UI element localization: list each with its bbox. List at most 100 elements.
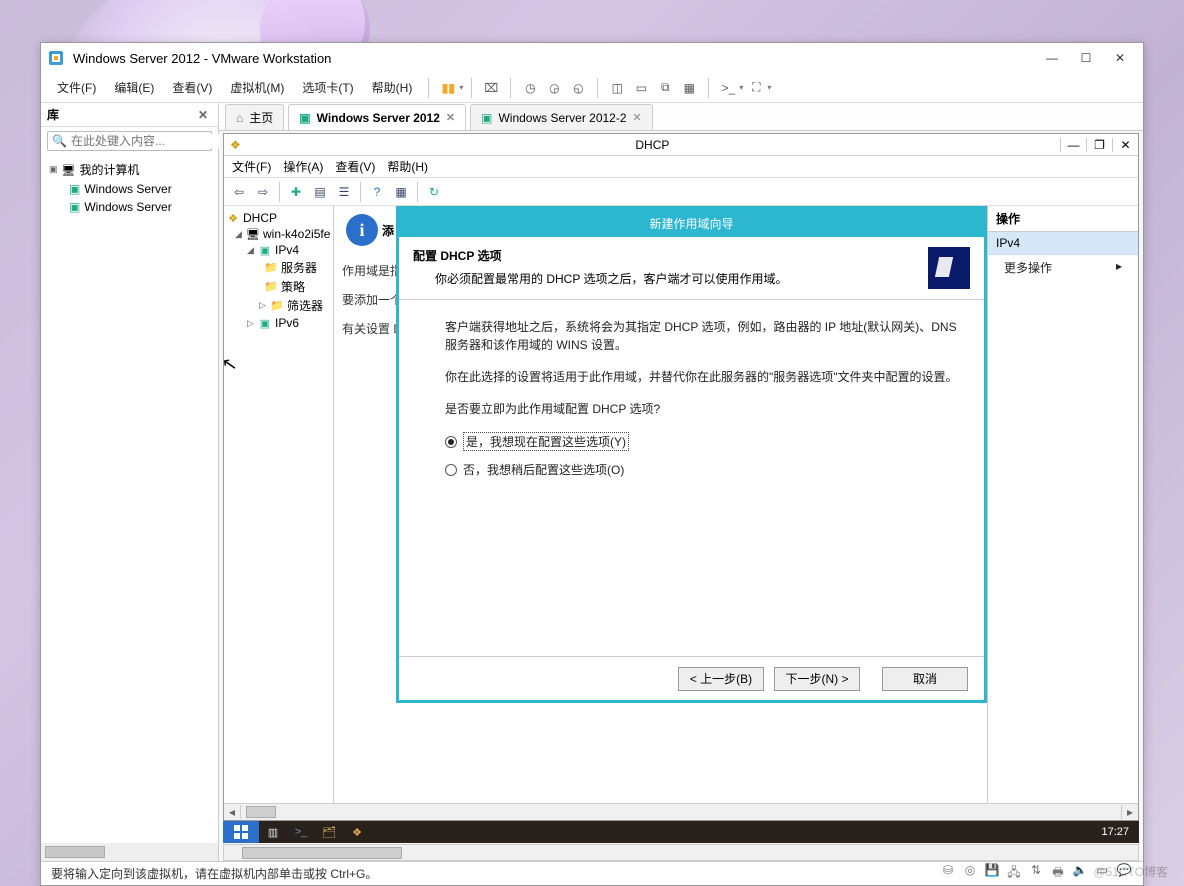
snapshot-take-icon[interactable]: ◷ bbox=[519, 77, 541, 99]
network-icon[interactable]: 🖧 bbox=[1005, 863, 1023, 884]
refresh-icon[interactable]: ↻ bbox=[423, 181, 445, 203]
library-search[interactable]: 🔍 ▾ bbox=[47, 131, 212, 151]
power-dropdown-icon[interactable]: ▾ bbox=[459, 83, 463, 92]
tile-view-icon[interactable]: ▦ bbox=[678, 77, 700, 99]
taskbar-explorer-icon[interactable]: 🗂 bbox=[315, 826, 343, 839]
maximize-button[interactable]: ☐ bbox=[1069, 47, 1103, 69]
actions-selected[interactable]: IPv4 bbox=[988, 232, 1138, 255]
help-icon[interactable]: ? bbox=[366, 181, 388, 203]
tab-vm[interactable]: Windows Server 2012-2 ✕ bbox=[470, 104, 653, 130]
tab-home[interactable]: 主页 bbox=[225, 104, 284, 130]
vm-tabstrip: 主页 Windows Server 2012 ✕ Windows Server … bbox=[219, 103, 1143, 131]
info-icon: i bbox=[346, 214, 378, 246]
cd-icon[interactable]: ◎ bbox=[961, 863, 979, 884]
snapshot-revert-icon[interactable]: ◶ bbox=[543, 77, 565, 99]
search-icon: 🔍 bbox=[52, 134, 67, 148]
mmc-tree-hscroll[interactable]: ◂▸ bbox=[224, 803, 1138, 820]
menu-edit[interactable]: 编辑(E) bbox=[106, 75, 162, 100]
snapshot-manage-icon[interactable]: ◵ bbox=[567, 77, 589, 99]
taskbar-server-manager-icon[interactable]: ▥ bbox=[259, 826, 287, 839]
console-icon[interactable]: >_ bbox=[717, 77, 739, 99]
vm-icon bbox=[299, 111, 310, 125]
wizard-para-1: 客户端获得地址之后，系统将会为其指定 DHCP 选项，例如，路由器的 IP 地址… bbox=[445, 318, 964, 354]
library-vm-item[interactable]: Windows Server bbox=[43, 180, 216, 198]
fullscreen-icon[interactable]: ⛶ bbox=[745, 77, 767, 99]
tree-item[interactable]: ▷📁筛选器 bbox=[226, 296, 331, 315]
tree-ipv6[interactable]: ▷▣IPv6 bbox=[226, 315, 331, 331]
vmware-app-icon bbox=[47, 49, 65, 67]
mmc-close-button[interactable]: ✕ bbox=[1112, 138, 1138, 152]
menu-help[interactable]: 帮助(H) bbox=[364, 75, 421, 100]
printer-icon[interactable]: 🖶 bbox=[1049, 863, 1067, 884]
library-tree: ▣ 我的计算机 Windows Server Windows Server bbox=[41, 155, 218, 843]
guest-viewport[interactable]: ❖ DHCP — ❐ ✕ 文件(F) 操作(A) 查看(V) 帮助(H) bbox=[219, 131, 1143, 861]
tree-server[interactable]: ◢🖥win-k4o2i5fe bbox=[226, 226, 331, 242]
mmc-restore-button[interactable]: ❐ bbox=[1086, 138, 1112, 152]
thumbnail-view-icon[interactable]: ⧉ bbox=[654, 77, 676, 99]
taskbar-clock[interactable]: 17:27 bbox=[1091, 826, 1139, 838]
menu-file[interactable]: 文件(F) bbox=[49, 75, 104, 100]
tree-item[interactable]: 📁策略 bbox=[226, 277, 331, 296]
menu-tabs[interactable]: 选项卡(T) bbox=[294, 75, 361, 100]
library-header: 库 ✕ bbox=[41, 103, 218, 127]
floppy-icon[interactable]: 💾 bbox=[983, 863, 1001, 884]
tab-vm-active[interactable]: Windows Server 2012 ✕ bbox=[288, 104, 466, 130]
start-button[interactable] bbox=[223, 821, 259, 843]
hdd-icon[interactable]: ⛁ bbox=[939, 863, 957, 884]
taskbar-dhcp-icon[interactable]: ❖ bbox=[343, 826, 371, 839]
tree-root[interactable]: ❖DHCP bbox=[226, 210, 331, 226]
forward-icon[interactable]: ⇨ bbox=[252, 181, 274, 203]
wizard-logo-icon bbox=[928, 247, 970, 289]
mmc-center: i 添 作用域是指 要添加一个 有关设置 D 新建作用域向导 bbox=[334, 206, 988, 803]
radio-yes[interactable]: 是，我想现在配置这些选项(Y) bbox=[445, 432, 964, 451]
unity-icon[interactable]: ◫ bbox=[606, 77, 628, 99]
back-button[interactable]: < 上一步(B) bbox=[678, 667, 764, 691]
wizard-buttons: < 上一步(B) 下一步(N) > 取消 bbox=[399, 656, 984, 700]
host-titlebar: Windows Server 2012 - VMware Workstation… bbox=[41, 43, 1143, 73]
mmc-body: ❖DHCP ◢🖥win-k4o2i5fe ◢▣IPv4 📁服务器 📁策略 ▷📁筛… bbox=[224, 206, 1138, 803]
mmc-tree: ❖DHCP ◢🖥win-k4o2i5fe ◢▣IPv4 📁服务器 📁策略 ▷📁筛… bbox=[224, 206, 334, 803]
menu-view[interactable]: 查看(V) bbox=[164, 75, 220, 100]
pause-icon[interactable]: ▮▮ bbox=[437, 77, 459, 99]
actions-more[interactable]: 更多操作 ▸ bbox=[988, 255, 1138, 280]
library-vm-item[interactable]: Windows Server bbox=[43, 198, 216, 216]
mmc-menu-view[interactable]: 查看(V) bbox=[335, 158, 375, 175]
library-search-input[interactable] bbox=[71, 134, 226, 148]
library-close-icon[interactable]: ✕ bbox=[194, 108, 212, 122]
tree-ipv4[interactable]: ◢▣IPv4 bbox=[226, 242, 331, 258]
mmc-menu-help[interactable]: 帮助(H) bbox=[387, 158, 428, 175]
mmc-title-text: DHCP bbox=[245, 138, 1060, 152]
tab-close-icon[interactable]: ✕ bbox=[446, 111, 455, 124]
wizard-header: 配置 DHCP 选项 你必须配置最常用的 DHCP 选项之后，客户端才可以使用作… bbox=[399, 237, 984, 300]
close-button[interactable]: ✕ bbox=[1103, 47, 1137, 69]
radio-icon bbox=[445, 464, 457, 476]
sound-icon[interactable]: 🔈 bbox=[1071, 863, 1089, 884]
show-hide-tree-icon[interactable]: ▤ bbox=[309, 181, 331, 203]
center-partial-text: i 添 作用域是指 要添加一个 有关设置 D bbox=[334, 206, 396, 803]
library-root[interactable]: ▣ 我的计算机 bbox=[43, 159, 216, 180]
next-button[interactable]: 下一步(N) > bbox=[774, 667, 860, 691]
tab-close-icon[interactable]: ✕ bbox=[633, 111, 642, 124]
send-ctrl-alt-del-icon[interactable]: ⌧ bbox=[480, 77, 502, 99]
radio-no[interactable]: 否，我想稍后配置这些选项(O) bbox=[445, 461, 964, 478]
mmc-menu-action[interactable]: 操作(A) bbox=[283, 158, 323, 175]
cancel-button[interactable]: 取消 bbox=[882, 667, 968, 691]
minimize-button[interactable]: — bbox=[1035, 47, 1069, 69]
console-view-icon[interactable]: ▭ bbox=[630, 77, 652, 99]
menu-vm[interactable]: 虚拟机(M) bbox=[222, 75, 292, 100]
host-window-title: Windows Server 2012 - VMware Workstation bbox=[73, 51, 1035, 66]
properties-icon[interactable]: ▦ bbox=[390, 181, 412, 203]
mmc-menu-file[interactable]: 文件(F) bbox=[232, 158, 271, 175]
mmc-titlebar: ❖ DHCP — ❐ ✕ bbox=[224, 134, 1138, 156]
home-icon bbox=[236, 111, 243, 125]
taskbar-powershell-icon[interactable]: >_ bbox=[287, 826, 315, 838]
usb-icon[interactable]: ⇅ bbox=[1027, 863, 1045, 884]
back-icon[interactable]: ⇦ bbox=[228, 181, 250, 203]
guest-hscroll[interactable] bbox=[223, 844, 1139, 861]
dhcp-mmc-window: ❖ DHCP — ❐ ✕ 文件(F) 操作(A) 查看(V) 帮助(H) bbox=[223, 133, 1139, 821]
library-hscroll[interactable] bbox=[41, 843, 218, 861]
export-list-icon[interactable]: ☰ bbox=[333, 181, 355, 203]
tree-item[interactable]: 📁服务器 bbox=[226, 258, 331, 277]
add-icon[interactable]: ✚ bbox=[285, 181, 307, 203]
mmc-minimize-button[interactable]: — bbox=[1060, 138, 1086, 152]
